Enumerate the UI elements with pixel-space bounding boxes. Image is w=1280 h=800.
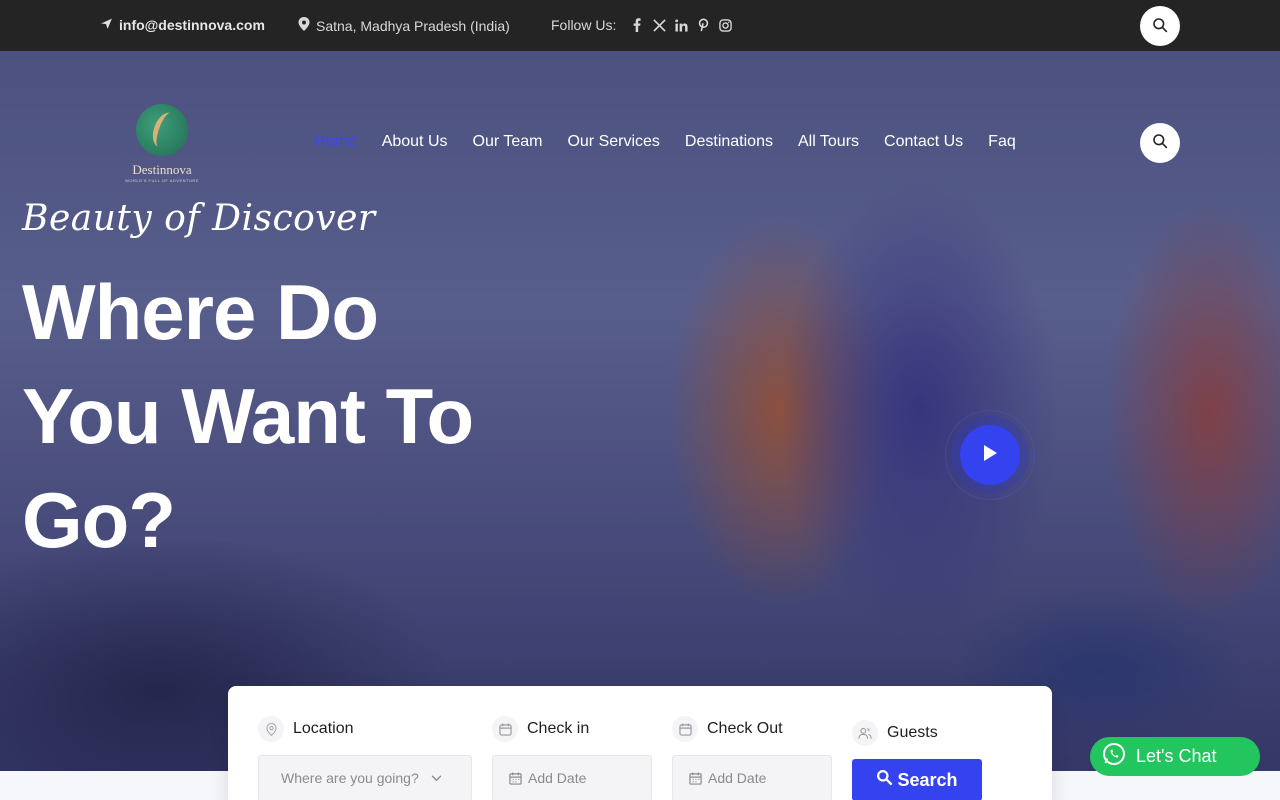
location-select-value: Where are you going?: [281, 770, 419, 786]
chat-label: Let's Chat: [1136, 746, 1217, 766]
search-icon: [876, 769, 893, 791]
checkin-label-text: Check in: [527, 720, 590, 737]
search-button[interactable]: Search: [852, 759, 982, 800]
location-label-text: Location: [293, 720, 354, 737]
send-icon: [100, 17, 113, 33]
play-icon: [981, 443, 999, 468]
whatsapp-chat-button[interactable]: Let's Chat: [1090, 737, 1260, 776]
whatsapp-icon: [1102, 742, 1126, 771]
logo-mark-icon: [136, 104, 188, 156]
nav-item-all-tours[interactable]: All Tours: [798, 133, 859, 151]
follow-us: Follow Us:: [551, 17, 732, 33]
users-icon: [852, 720, 878, 746]
site-logo[interactable]: Destinnova WORLD'S FULL OF ADVENTURE: [124, 104, 200, 184]
map-pin-icon: [258, 716, 284, 742]
pinterest-icon[interactable]: [696, 18, 710, 32]
top-bar: info@destinnova.com Satna, Madhya Prades…: [0, 0, 1280, 51]
facebook-icon[interactable]: [630, 18, 644, 32]
tour-search-form: Location Where are you going? Check in A…: [228, 686, 1052, 800]
guests-label-text: Guests: [887, 724, 938, 741]
logo-name: Destinnova: [132, 162, 192, 177]
nav-item-about-us[interactable]: About Us: [382, 133, 448, 151]
main-nav: Home About Us Our Team Our Services Dest…: [314, 133, 1016, 151]
x-icon[interactable]: [652, 18, 666, 32]
search-icon: [1152, 133, 1168, 154]
nav-item-home[interactable]: Home: [314, 133, 357, 151]
topbar-search-button[interactable]: [1140, 6, 1180, 46]
contact-location: Satna, Madhya Pradesh (India): [298, 17, 510, 34]
headline-line-1: Where Do: [22, 268, 379, 356]
nav-item-faq[interactable]: Faq: [988, 133, 1016, 151]
checkout-label-text: Check Out: [707, 720, 783, 737]
chevron-down-icon: [431, 774, 442, 782]
nav-item-our-team[interactable]: Our Team: [473, 133, 543, 151]
checkout-label: Check Out: [672, 716, 783, 742]
location-text: Satna, Madhya Pradesh (India): [316, 17, 510, 34]
linkedin-icon[interactable]: [674, 18, 688, 32]
checkin-placeholder: Add Date: [528, 770, 587, 786]
nav-search-button[interactable]: [1140, 123, 1180, 163]
location-select[interactable]: Where are you going?: [258, 755, 472, 800]
search-icon: [1152, 17, 1168, 36]
follow-label: Follow Us:: [551, 17, 617, 33]
contact-email[interactable]: info@destinnova.com: [100, 17, 265, 33]
instagram-icon[interactable]: [718, 18, 732, 32]
guests-label: Guests: [852, 720, 938, 746]
location-label: Location: [258, 716, 354, 742]
hero-headline: Where Do You Want To Go?: [22, 260, 582, 572]
play-video-button[interactable]: [960, 425, 1020, 485]
checkout-placeholder: Add Date: [708, 770, 767, 786]
nav-item-contact-us[interactable]: Contact Us: [884, 133, 963, 151]
calendar-icon: [672, 716, 698, 742]
calendar-icon: [689, 771, 702, 785]
headline-line-3: Go?: [22, 476, 176, 564]
logo-tagline: WORLD'S FULL OF ADVENTURE: [125, 178, 199, 183]
email-text: info@destinnova.com: [119, 17, 265, 33]
map-pin-icon: [298, 17, 310, 34]
calendar-icon: [492, 716, 518, 742]
nav-item-our-services[interactable]: Our Services: [567, 133, 659, 151]
hero-tagline: Beauty of Discover: [22, 198, 376, 239]
search-button-label: Search: [897, 769, 958, 790]
social-links: [630, 18, 732, 32]
checkin-label: Check in: [492, 716, 589, 742]
nav-item-destinations[interactable]: Destinations: [685, 133, 773, 151]
headline-line-2: You Want To: [22, 372, 474, 460]
calendar-icon: [509, 771, 522, 785]
checkout-date-field[interactable]: Add Date: [672, 755, 832, 800]
checkin-date-field[interactable]: Add Date: [492, 755, 652, 800]
